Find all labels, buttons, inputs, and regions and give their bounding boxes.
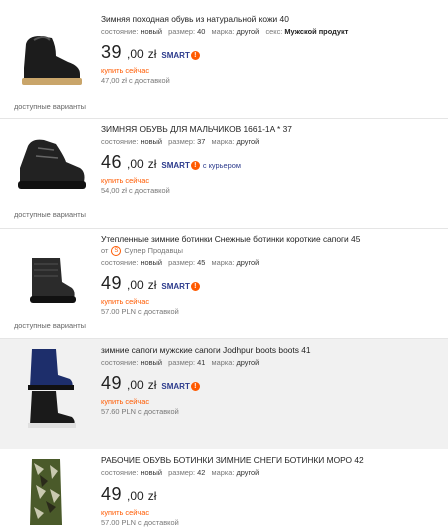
smart-info-icon: ! xyxy=(190,51,200,60)
price: 39 ,00 zł SMART! xyxy=(101,42,444,64)
smart-badge: SMART! xyxy=(161,382,200,391)
delivery-price: 54,00 zł с доставкой xyxy=(101,186,170,195)
variants-link[interactable]: доступные варианты xyxy=(14,102,86,111)
listing-title[interactable]: РАБОЧИЕ ОБУВЬ БОТИНКИ ЗИМНИЕ СНЕГИ БОТИН… xyxy=(101,455,444,466)
price: 49 ,00 zł xyxy=(101,484,157,504)
smart-badge: SMART! xyxy=(161,161,200,170)
delivery-price: 57.00 PLN с доставкой xyxy=(101,518,179,527)
smart-info-icon: ! xyxy=(190,382,200,391)
listing-attributes: состояние: новый размер: 45 марка: друго… xyxy=(101,258,260,267)
delivery-price: 57.60 PLN с доставкой xyxy=(101,407,179,416)
smart-info-icon: ! xyxy=(190,282,200,291)
smart-badge: SMART! xyxy=(161,51,200,60)
listing-attributes: состояние: новый размер: 40 марка: друго… xyxy=(101,27,349,36)
delivery-price: 47,00 zł с доставкой xyxy=(101,76,170,85)
listing-attributes: состояние: новый размер: 37 марка: друго… xyxy=(101,137,260,146)
listing-item-4[interactable]: зимние сапоги мужские сапоги Jodhpur boo… xyxy=(0,339,448,449)
listing-title[interactable]: Зимняя походная обувь из натуральной кож… xyxy=(101,14,444,25)
smart-badge: SMART! xyxy=(161,282,200,291)
product-thumbnail[interactable] xyxy=(10,22,92,102)
product-thumbnail[interactable] xyxy=(10,345,92,429)
price: 46 ,00 zł SMART! с курьером xyxy=(101,152,241,172)
price: 49 ,00 zł SMART! xyxy=(101,373,444,395)
buy-now-link[interactable]: купить сейчас xyxy=(101,297,444,307)
listing-attributes: состояние: новый размер: 42 марка: друго… xyxy=(101,468,260,477)
courier-label: с курьером xyxy=(202,161,241,170)
variants-link[interactable]: доступные варианты xyxy=(14,210,86,219)
seller-badge-icon: S xyxy=(111,246,122,256)
product-thumbnail[interactable] xyxy=(10,455,92,525)
listing-title[interactable]: зимние сапоги мужские сапоги Jodhpur boo… xyxy=(101,345,444,356)
delivery-price: 57.00 PLN с доставкой xyxy=(101,307,179,316)
seller-info: от S Супер Продавцы xyxy=(101,246,183,256)
listing-title[interactable]: ЗИМНЯЯ ОБУВЬ ДЛЯ МАЛЬЧИКОВ 1661-1A * 37 xyxy=(101,124,444,135)
buy-now-link[interactable]: купить сейчас xyxy=(101,508,444,518)
listing-attributes: состояние: новый размер: 41 марка: друго… xyxy=(101,358,260,367)
variants-link[interactable]: доступные варианты xyxy=(14,321,86,330)
listing-item-5[interactable]: РАБОЧИЕ ОБУВЬ БОТИНКИ ЗИМНИЕ СНЕГИ БОТИН… xyxy=(0,449,448,527)
listing-item-1[interactable]: Зимняя походная обувь из натуральной кож… xyxy=(0,0,448,119)
product-thumbnail[interactable] xyxy=(10,242,92,322)
buy-now-link[interactable]: купить сейчас xyxy=(101,66,444,76)
listing-title[interactable]: Утепленные зимние ботинки Снежные ботинк… xyxy=(101,234,444,245)
listing-item-2[interactable]: ЗИМНЯЯ ОБУВЬ ДЛЯ МАЛЬЧИКОВ 1661-1A * 37 … xyxy=(0,118,448,229)
buy-now-link[interactable]: купить сейчас xyxy=(101,176,444,186)
listing-item-3[interactable]: Утепленные зимние ботинки Снежные ботинк… xyxy=(0,228,448,339)
buy-now-link[interactable]: купить сейчас xyxy=(101,397,444,407)
smart-info-icon: ! xyxy=(190,161,200,170)
price: 49 ,00 zł SMART! xyxy=(101,273,444,295)
product-thumbnail[interactable] xyxy=(10,126,92,206)
